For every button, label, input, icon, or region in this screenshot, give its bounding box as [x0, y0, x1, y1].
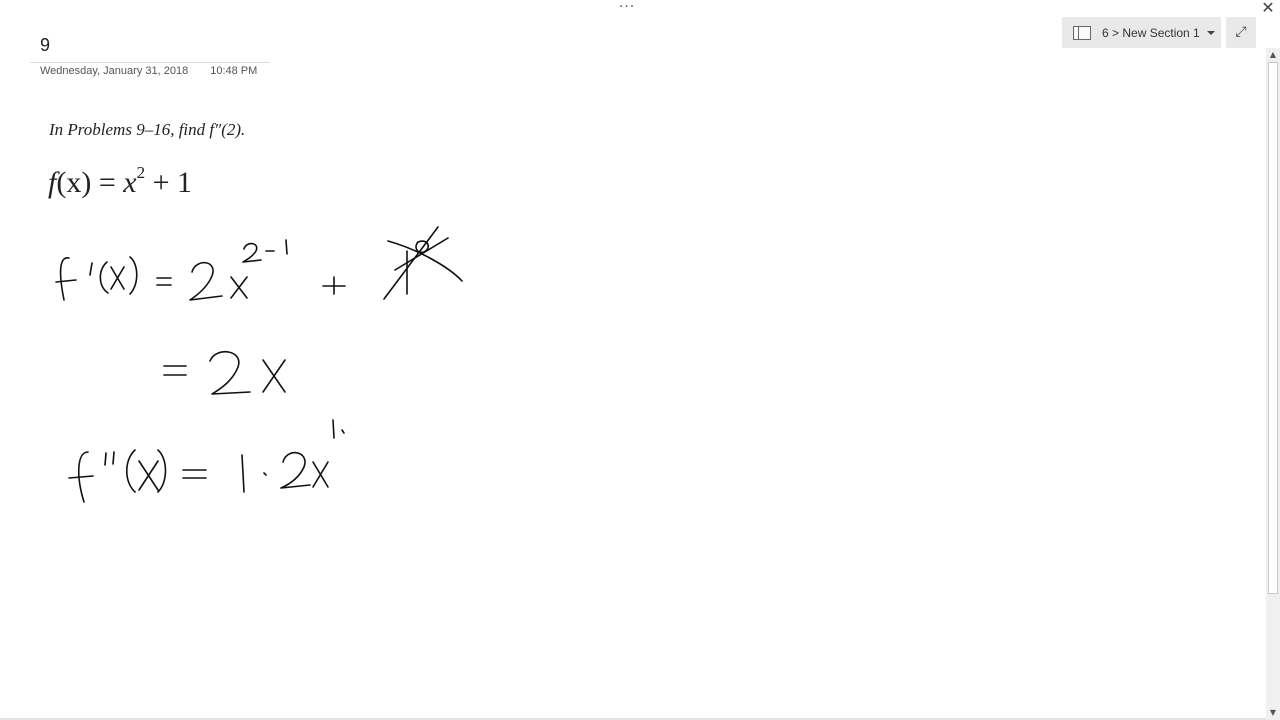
- ink-line-first-derivative: [55, 226, 463, 301]
- scroll-up-icon[interactable]: ▲: [1266, 48, 1280, 62]
- vertical-scrollbar[interactable]: ▲ ▼: [1266, 48, 1280, 720]
- handwritten-ink: [55, 226, 463, 503]
- scrollbar-thumb[interactable]: [1268, 62, 1278, 594]
- ink-line-second-derivative: [68, 419, 345, 503]
- scroll-down-icon[interactable]: ▼: [1266, 706, 1280, 720]
- ink-line-simplified: [163, 351, 286, 395]
